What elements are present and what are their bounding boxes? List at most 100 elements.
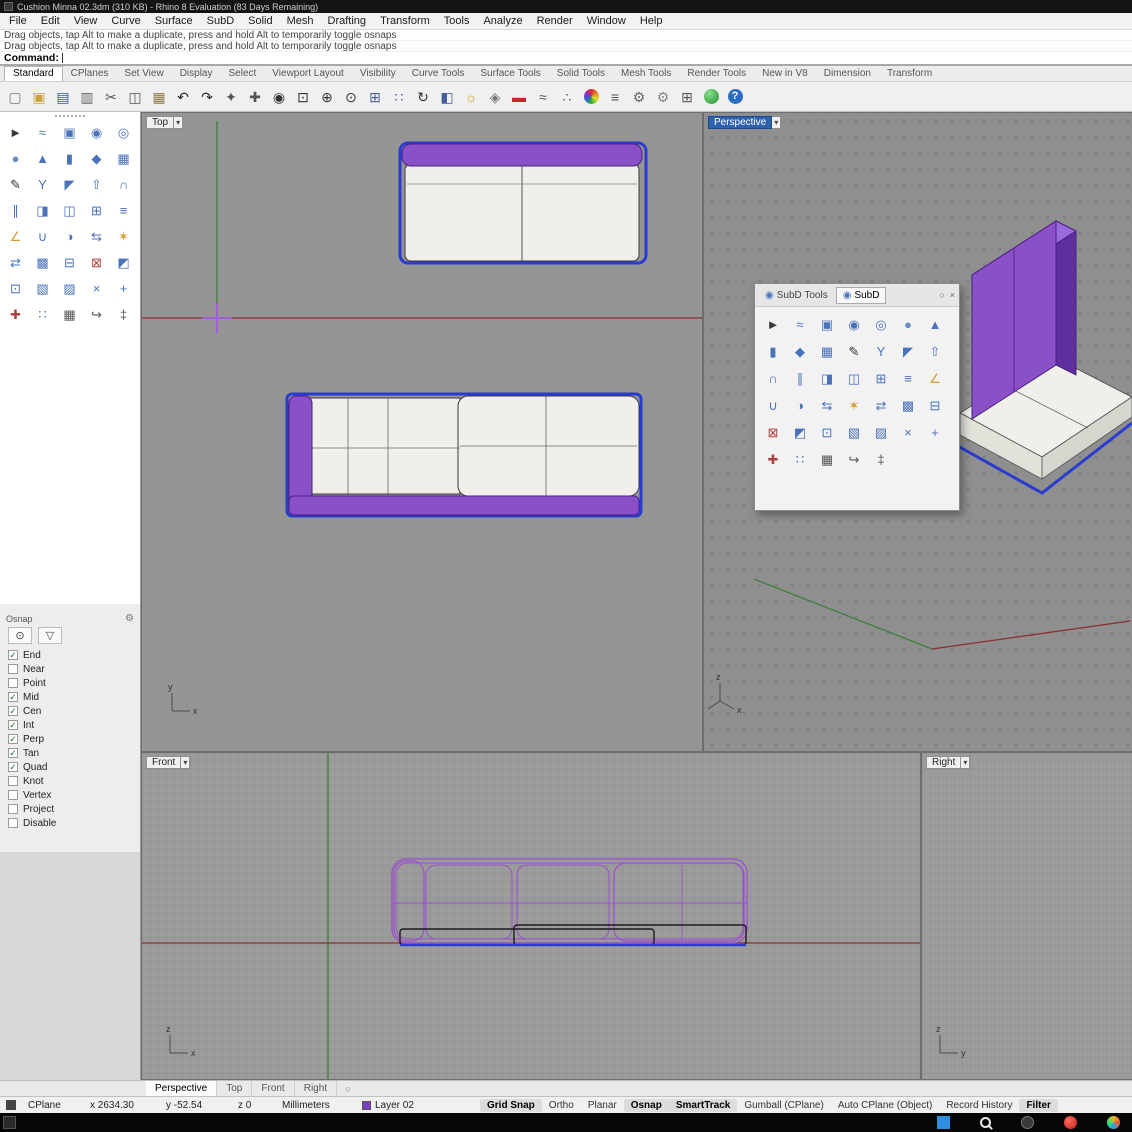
viewport-tab-front[interactable]: Front <box>252 1081 294 1096</box>
lock-icon[interactable]: ◈ <box>484 86 506 108</box>
subdivide-icon[interactable]: ⊡ <box>3 276 28 301</box>
step-arrow-icon[interactable]: ↪ <box>841 446 867 472</box>
viewport-tab-perspective[interactable]: Perspective <box>146 1081 217 1096</box>
subd-panel-tab-subd[interactable]: ◉ SubD <box>836 287 887 304</box>
subd-torus-icon[interactable]: ◎ <box>111 120 136 145</box>
select-pointer-icon[interactable]: ► <box>3 120 28 145</box>
checkbox-perp[interactable]: ✓ <box>8 734 18 744</box>
checkbox-disable[interactable] <box>8 818 18 828</box>
from-mesh-icon[interactable]: ▨ <box>868 419 894 445</box>
notification-icon[interactable] <box>6 1100 16 1110</box>
units-display[interactable]: Millimeters <box>278 1100 358 1111</box>
toolbar-tab-standard[interactable]: Standard <box>4 66 63 81</box>
viewport-label-front[interactable]: Front ▾ <box>146 756 190 769</box>
symmetry-icon[interactable]: ◑ <box>57 224 82 249</box>
world-render-icon[interactable] <box>700 86 722 108</box>
toolbar-tab-visibility[interactable]: Visibility <box>352 67 404 81</box>
step-arrow-icon[interactable]: ↪ <box>84 302 109 327</box>
subd-box-icon[interactable]: ▣ <box>814 311 840 337</box>
selection-filter-icon[interactable]: ▽ <box>38 627 62 644</box>
chain-icon[interactable]: ‡ <box>111 302 136 327</box>
subd-fin-icon[interactable]: ◤ <box>57 172 82 197</box>
remove-crease-icon[interactable]: ∪ <box>760 392 786 418</box>
menu-analyze[interactable]: Analyze <box>476 15 529 27</box>
lasso-select-icon[interactable]: ≈ <box>787 311 813 337</box>
split-face-icon[interactable]: ◩ <box>111 250 136 275</box>
zoom-dynamic-icon[interactable]: ◉ <box>268 86 290 108</box>
taskbar-app-blue-icon[interactable] <box>937 1116 950 1129</box>
osnap-marker-icon[interactable]: ⊙ <box>8 627 32 644</box>
open-file-icon[interactable]: ▣ <box>28 86 50 108</box>
toolbar-tab-transform[interactable]: Transform <box>879 67 940 81</box>
gear-icon[interactable]: ⚙ <box>628 86 650 108</box>
subd-sphere-icon[interactable]: ◉ <box>84 120 109 145</box>
subd-cone-icon[interactable]: ▲ <box>30 146 55 171</box>
toolbar-tab-dimension[interactable]: Dimension <box>816 67 879 81</box>
status-toggle-smarttrack[interactable]: SmartTrack <box>669 1099 737 1112</box>
append-face-icon[interactable]: ◨ <box>30 198 55 223</box>
right-viewport-canvas[interactable]: z y <box>922 753 1132 1079</box>
new-file-icon[interactable]: ▢ <box>4 86 26 108</box>
help-icon[interactable]: ? <box>724 86 746 108</box>
front-viewport-canvas[interactable]: z x <box>142 753 920 1079</box>
viewport-tab-top[interactable]: Top <box>217 1081 252 1096</box>
bridge-icon[interactable]: ∩ <box>760 365 786 391</box>
insert-edge-icon[interactable]: ◫ <box>57 198 82 223</box>
subd-cone-icon[interactable]: ▲ <box>922 311 948 337</box>
zoom-window-icon[interactable]: ⊡ <box>292 86 314 108</box>
move-icon[interactable]: ✚ <box>244 86 266 108</box>
checkbox-near[interactable] <box>8 664 18 674</box>
toolbar-tab-curve-tools[interactable]: Curve Tools <box>404 67 473 81</box>
menu-edit[interactable]: Edit <box>34 15 67 27</box>
checkbox-tan[interactable]: ✓ <box>8 748 18 758</box>
viewport-label-top[interactable]: Top ▾ <box>146 116 183 129</box>
undo-icon[interactable]: ↶ <box>172 86 194 108</box>
subd-plane-icon[interactable]: ▦ <box>111 146 136 171</box>
osnap-option-quad[interactable]: ✓Quad <box>0 760 140 774</box>
toolbar-tab-select[interactable]: Select <box>221 67 265 81</box>
fill-hole-icon[interactable]: ▩ <box>895 392 921 418</box>
paste-icon[interactable]: ▦ <box>148 86 170 108</box>
drag-dots-icon[interactable]: ∷ <box>388 86 410 108</box>
osnap-option-perp[interactable]: ✓Perp <box>0 732 140 746</box>
cplane-selector[interactable]: CPlane <box>24 1100 86 1111</box>
radiate-icon[interactable]: ✶ <box>841 392 867 418</box>
insert-point-icon[interactable]: ⊞ <box>84 198 109 223</box>
copy-object-icon[interactable]: ◧ <box>436 86 458 108</box>
menu-render[interactable]: Render <box>530 15 580 27</box>
subd-truncated-cone-icon[interactable]: ◆ <box>84 146 109 171</box>
viewport-tab-right[interactable]: Right <box>295 1081 337 1096</box>
stitch-icon[interactable]: ∥ <box>787 365 813 391</box>
toolbar-tab-surface-tools[interactable]: Surface Tools <box>472 67 548 81</box>
menu-tools[interactable]: Tools <box>437 15 477 27</box>
merge-faces-icon[interactable]: ⊟ <box>57 250 82 275</box>
subd-box-icon[interactable]: ▣ <box>57 120 82 145</box>
menu-mesh[interactable]: Mesh <box>280 15 321 27</box>
status-toggle-record-history[interactable]: Record History <box>939 1099 1019 1112</box>
zoom-extents-icon[interactable]: ⊕ <box>316 86 338 108</box>
cut-icon[interactable]: ✂ <box>100 86 122 108</box>
layers-icon[interactable]: ≡ <box>604 86 626 108</box>
chevron-down-icon[interactable]: ▾ <box>772 116 781 129</box>
taskbar-start-icon[interactable] <box>3 1116 16 1129</box>
subd-cylinder-icon[interactable]: ▮ <box>760 338 786 364</box>
redo-icon[interactable]: ↷ <box>196 86 218 108</box>
to-nurbs-icon[interactable]: ▧ <box>841 419 867 445</box>
rotate-view-icon[interactable]: ↻ <box>412 86 434 108</box>
checkbox-project[interactable] <box>8 804 18 814</box>
select-pointer-icon[interactable]: ► <box>760 311 786 337</box>
viewport-tab-add-icon[interactable]: ○ <box>337 1084 358 1094</box>
toolbar-tab-cplanes[interactable]: CPlanes <box>63 67 117 81</box>
subd-panel-header[interactable]: ◉ SubD Tools ◉ SubD ○ × <box>755 284 959 307</box>
multipipe-icon[interactable]: Y <box>30 172 55 197</box>
color-wheel-icon[interactable] <box>580 86 602 108</box>
taskbar-search-icon[interactable] <box>980 1117 991 1128</box>
crease-icon[interactable]: ∠ <box>922 365 948 391</box>
subd-truncated-cone-icon[interactable]: ◆ <box>787 338 813 364</box>
osnap-option-knot[interactable]: Knot <box>0 774 140 788</box>
viewport-front[interactable]: Front ▾ <box>141 752 921 1080</box>
remove-crease-icon[interactable]: ∪ <box>30 224 55 249</box>
slide-edge-icon[interactable]: ⇄ <box>3 250 28 275</box>
save-file-icon[interactable]: ▤ <box>52 86 74 108</box>
print-icon[interactable]: ▥ <box>76 86 98 108</box>
